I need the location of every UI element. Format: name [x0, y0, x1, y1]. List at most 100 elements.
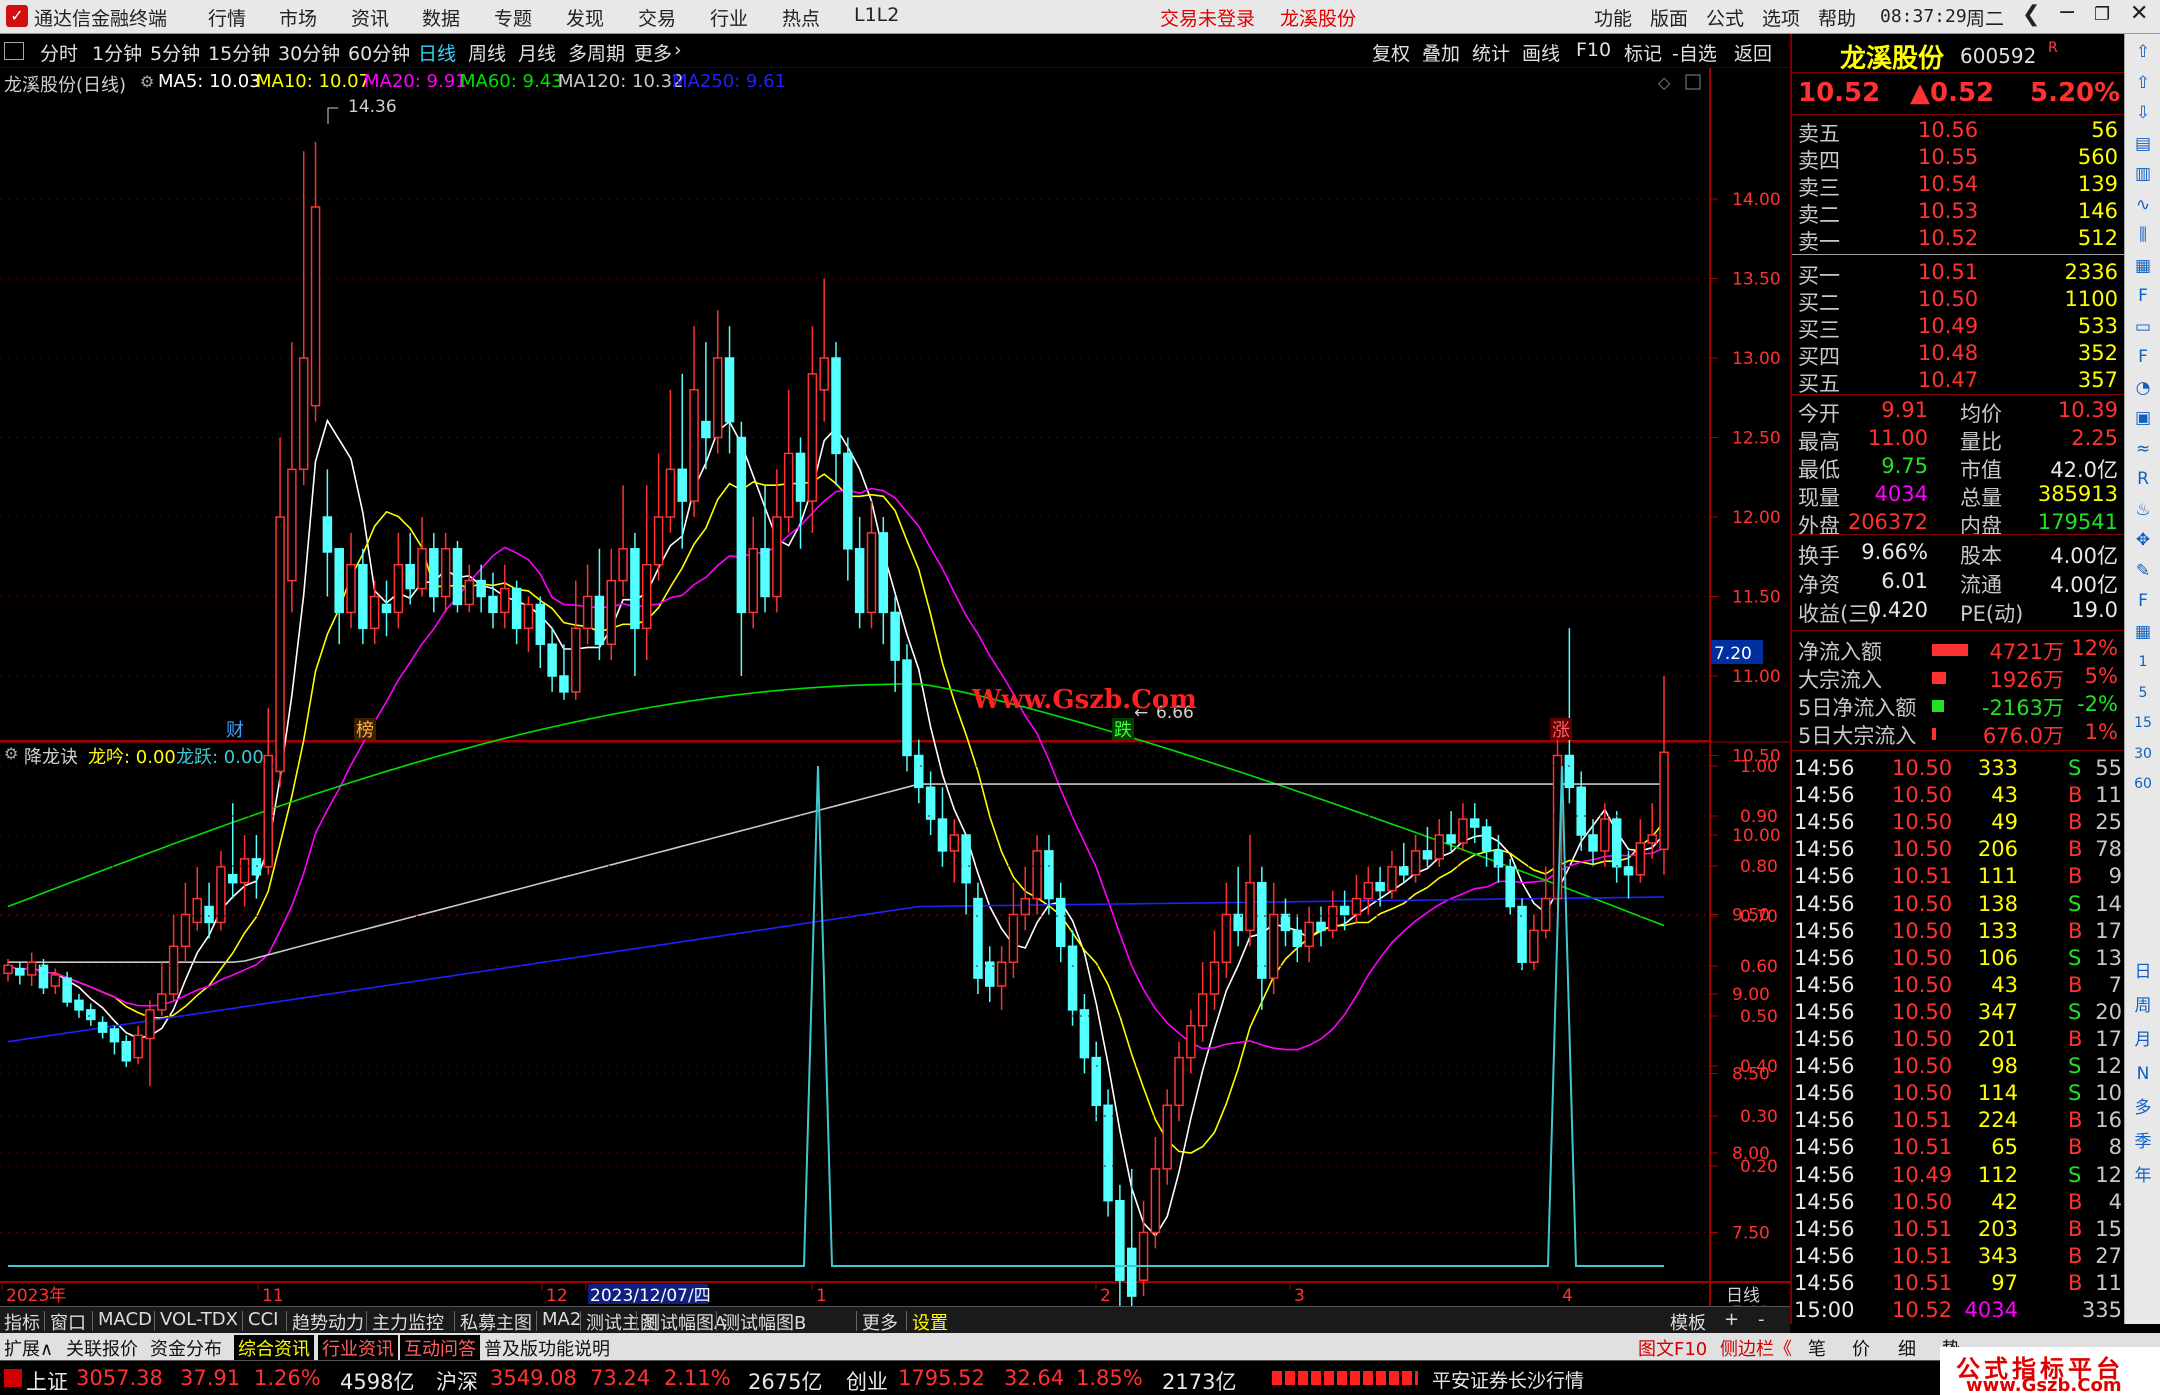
table-icon[interactable]: ▦ — [2131, 254, 2155, 278]
login-status[interactable]: 交易未登录 — [1160, 4, 1255, 31]
period-shortcut[interactable]: 年 — [2131, 1164, 2155, 1188]
menu-industry[interactable]: 行业 — [710, 4, 748, 31]
extension-tab[interactable]: 扩展∧ — [4, 1335, 53, 1361]
chart-area[interactable]: 14.00 13.50 13.00 12.50 12.00 11.50 11.00 1 0.50… — [0, 68, 1790, 1306]
menu-trade[interactable]: 交易 — [638, 4, 676, 31]
bid-row[interactable]: 买五 10.47 357 — [1792, 368, 2126, 396]
indicator-tab[interactable]: 测试幅图B — [722, 1309, 806, 1335]
settings-gear-icon[interactable]: ⚙ — [140, 72, 154, 91]
tab-period-30min[interactable]: 30分钟 — [278, 39, 340, 66]
flow-row[interactable]: 5日净流入额 -2163万 -2% — [1792, 692, 2126, 720]
stat-row[interactable]: 今开 9.91 均价 10.39 — [1792, 398, 2126, 426]
pencil-icon[interactable]: ✎ — [2131, 559, 2155, 583]
menu-formula[interactable]: 公式 — [1706, 4, 1744, 31]
remove-watchlist-button[interactable]: -自选 — [1672, 39, 1717, 66]
tab-period-15min[interactable]: 15分钟 — [208, 39, 270, 66]
bid-row[interactable]: 买四 10.48 352 — [1792, 341, 2126, 369]
period-shortcut[interactable]: 多 — [2131, 1096, 2155, 1120]
tab-period-5min[interactable]: 5分钟 — [150, 39, 200, 66]
cy-index-name[interactable]: 创业 — [846, 1366, 888, 1395]
ticker-15-icon[interactable]: 15 — [2131, 711, 2155, 735]
restore-icon[interactable]: ❐ — [2094, 4, 2110, 25]
tab-period-daily[interactable]: 日线 — [418, 39, 456, 66]
tick-row[interactable]: 14:56 10.51 65 B 8 — [1792, 1135, 2126, 1162]
arrow-up-icon[interactable]: ⇧ — [2131, 40, 2155, 64]
menu-function[interactable]: 功能 — [1594, 4, 1632, 31]
marker-earnings[interactable]: 财 — [226, 720, 244, 741]
arrow-up-alt-icon[interactable]: ⇧ — [2131, 71, 2155, 95]
ask-row[interactable]: 卖二 10.53 146 — [1792, 199, 2126, 227]
list-icon[interactable]: ▥ — [2131, 162, 2155, 186]
tick-row[interactable]: 14:56 10.50 43 B 11 — [1792, 783, 2126, 810]
tick-row[interactable]: 14:56 10.50 43 B 7 — [1792, 973, 2126, 1000]
side-tab[interactable]: 侧边栏《 — [1720, 1335, 1792, 1361]
tick-row[interactable]: 14:56 10.50 114 S 10 — [1792, 1081, 2126, 1108]
bid-row[interactable]: 买三 10.49 533 — [1792, 314, 2126, 342]
template-control[interactable]: + — [1724, 1309, 1739, 1330]
chevron-right-icon[interactable]: › — [674, 39, 682, 61]
ask-row[interactable]: 卖四 10.55 560 — [1792, 145, 2126, 173]
f2-icon[interactable]: F — [2131, 345, 2155, 369]
side-tab[interactable]: 价 — [1852, 1335, 1870, 1361]
side-tab[interactable]: 笔 — [1808, 1335, 1826, 1361]
tab-period-weekly[interactable]: 周线 — [468, 39, 506, 66]
tick-row[interactable]: 14:56 10.50 138 S 14 — [1792, 892, 2126, 919]
stats-button[interactable]: 统计 — [1472, 39, 1510, 66]
menu-discover[interactable]: 发现 — [566, 4, 604, 31]
extension-tab[interactable]: 互动问答 — [400, 1335, 480, 1361]
tab-period-timeshare[interactable]: 分时 — [40, 39, 78, 66]
tick-row[interactable]: 14:56 10.51 203 B 15 — [1792, 1217, 2126, 1244]
menu-l1l2[interactable]: L1L2 — [854, 4, 899, 26]
stat-row[interactable]: 现量 4034 总量 385913 — [1792, 482, 2126, 510]
period-shortcut[interactable]: 周 — [2131, 994, 2155, 1018]
extension-tab[interactable]: 行业资讯 — [318, 1335, 398, 1361]
stat-row[interactable]: 最高 11.00 量比 2.25 — [1792, 426, 2126, 454]
ticker-5-icon[interactable]: 5 — [2131, 681, 2155, 705]
menu-data[interactable]: 数据 — [422, 4, 460, 31]
tick-row[interactable]: 14:56 10.50 42 B 4 — [1792, 1190, 2126, 1217]
menu-quotes[interactable]: 行情 — [208, 4, 246, 31]
tick-row[interactable]: 15:00 10.52 4034 335 — [1792, 1298, 2126, 1325]
marker-rise[interactable]: 涨 — [1552, 720, 1570, 741]
draw-line-button[interactable]: 画线 — [1522, 39, 1560, 66]
stat-row[interactable]: 净资 6.01 流通 4.00亿 — [1792, 569, 2126, 597]
side-tab[interactable]: 细 — [1898, 1335, 1916, 1361]
tick-row[interactable]: 14:56 10.50 201 B 17 — [1792, 1027, 2126, 1054]
indicator-tab[interactable]: 窗口 — [50, 1309, 86, 1335]
period-shortcut[interactable]: 季 — [2131, 1130, 2155, 1154]
extension-tab[interactable]: 综合资讯 — [234, 1335, 314, 1361]
marker-fall[interactable]: 跌 — [1114, 720, 1132, 741]
extension-tab[interactable]: 资金分布 — [150, 1335, 222, 1361]
clock-icon[interactable]: ◔ — [2131, 376, 2155, 400]
tab-period-multi[interactable]: 多周期 — [568, 39, 625, 66]
extension-tab[interactable]: 关联报价 — [66, 1335, 138, 1361]
tab-period-1min[interactable]: 1分钟 — [92, 39, 142, 66]
tick-row[interactable]: 14:56 10.49 112 S 12 — [1792, 1163, 2126, 1190]
indicator-tab[interactable]: 测试幅图A — [642, 1309, 726, 1335]
marker-list[interactable]: 榜 — [356, 720, 374, 741]
mark-button[interactable]: 标记 — [1624, 39, 1662, 66]
tick-row[interactable]: 14:56 10.50 49 B 25 — [1792, 810, 2126, 837]
stat-row[interactable]: 换手 9.66% 股本 4.00亿 — [1792, 540, 2126, 568]
ask-row[interactable]: 卖一 10.52 512 — [1792, 226, 2126, 254]
period-shortcut[interactable]: 月 — [2131, 1028, 2155, 1052]
indicator-tab[interactable]: 更多 — [862, 1309, 898, 1335]
move-icon[interactable]: ✥ — [2131, 528, 2155, 552]
period-shortcut[interactable]: 日 — [2131, 960, 2155, 984]
tick-row[interactable]: 14:56 10.50 333 S 55 — [1792, 756, 2126, 783]
news-icon[interactable]: ▣ — [2131, 406, 2155, 430]
arrow-down-icon[interactable]: ⇩ — [2131, 101, 2155, 125]
indicator-tab[interactable]: VOL-TDX — [160, 1309, 238, 1330]
tick-row[interactable]: 14:56 10.50 206 B 78 — [1792, 837, 2126, 864]
menu-help[interactable]: 帮助 — [1818, 4, 1856, 31]
menu-hot[interactable]: 热点 — [782, 4, 820, 31]
tick-row[interactable]: 14:56 10.50 347 S 20 — [1792, 1000, 2126, 1027]
menu-layout[interactable]: 版面 — [1650, 4, 1688, 31]
side-tab[interactable]: 图文F10 — [1638, 1335, 1707, 1361]
bid-row[interactable]: 买二 10.50 1100 — [1792, 287, 2126, 315]
grid-icon[interactable]: ▦ — [2131, 620, 2155, 644]
menu-options[interactable]: 选项 — [1762, 4, 1800, 31]
tab-period-monthly[interactable]: 月线 — [518, 39, 556, 66]
indicator-tab[interactable]: 主力监控 — [372, 1309, 444, 1335]
indicator-tab[interactable]: CCI — [248, 1309, 278, 1330]
